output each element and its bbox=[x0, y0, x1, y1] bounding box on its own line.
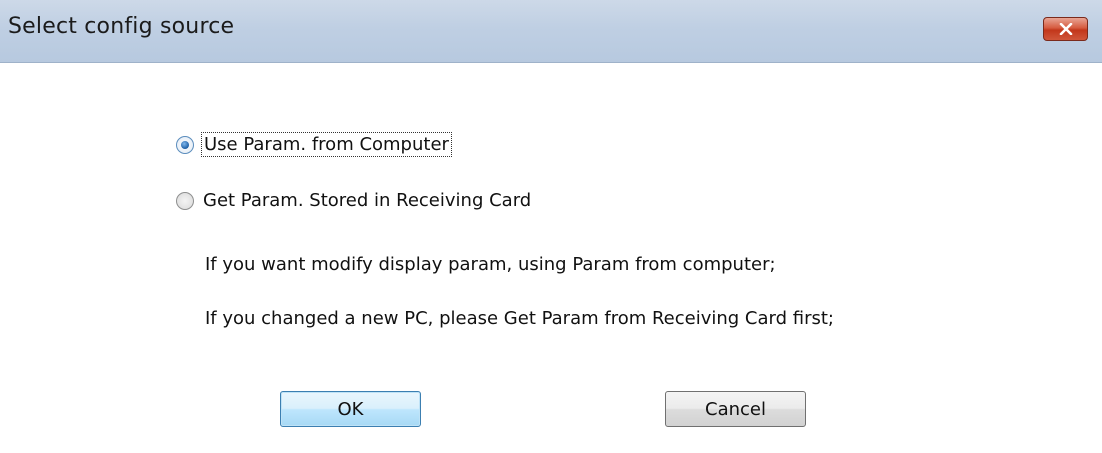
close-x-icon bbox=[1059, 23, 1073, 35]
close-button[interactable] bbox=[1043, 17, 1088, 41]
title-bar[interactable]: Select config source bbox=[0, 0, 1102, 63]
radio-label-get-receiving-card: Get Param. Stored in Receiving Card bbox=[203, 190, 532, 211]
radio-button-unselected[interactable] bbox=[176, 191, 194, 210]
radio-option-use-computer[interactable]: Use Param. from Computer bbox=[176, 132, 452, 157]
select-config-source-dialog: Select config source Use Param. from Com… bbox=[0, 0, 1102, 453]
ok-button[interactable]: OK bbox=[280, 391, 421, 427]
info-text-new-pc: If you changed a new PC, please Get Para… bbox=[205, 308, 834, 329]
dialog-content: Use Param. from Computer Get Param. Stor… bbox=[0, 63, 1102, 453]
radio-button-selected[interactable] bbox=[176, 135, 194, 154]
info-text-modify-display: If you want modify display param, using … bbox=[205, 254, 776, 275]
window-title: Select config source bbox=[8, 14, 235, 39]
radio-option-get-receiving-card[interactable]: Get Param. Stored in Receiving Card bbox=[176, 190, 531, 211]
cancel-button[interactable]: Cancel bbox=[665, 391, 806, 427]
radio-label-use-computer: Use Param. from Computer bbox=[201, 132, 452, 157]
